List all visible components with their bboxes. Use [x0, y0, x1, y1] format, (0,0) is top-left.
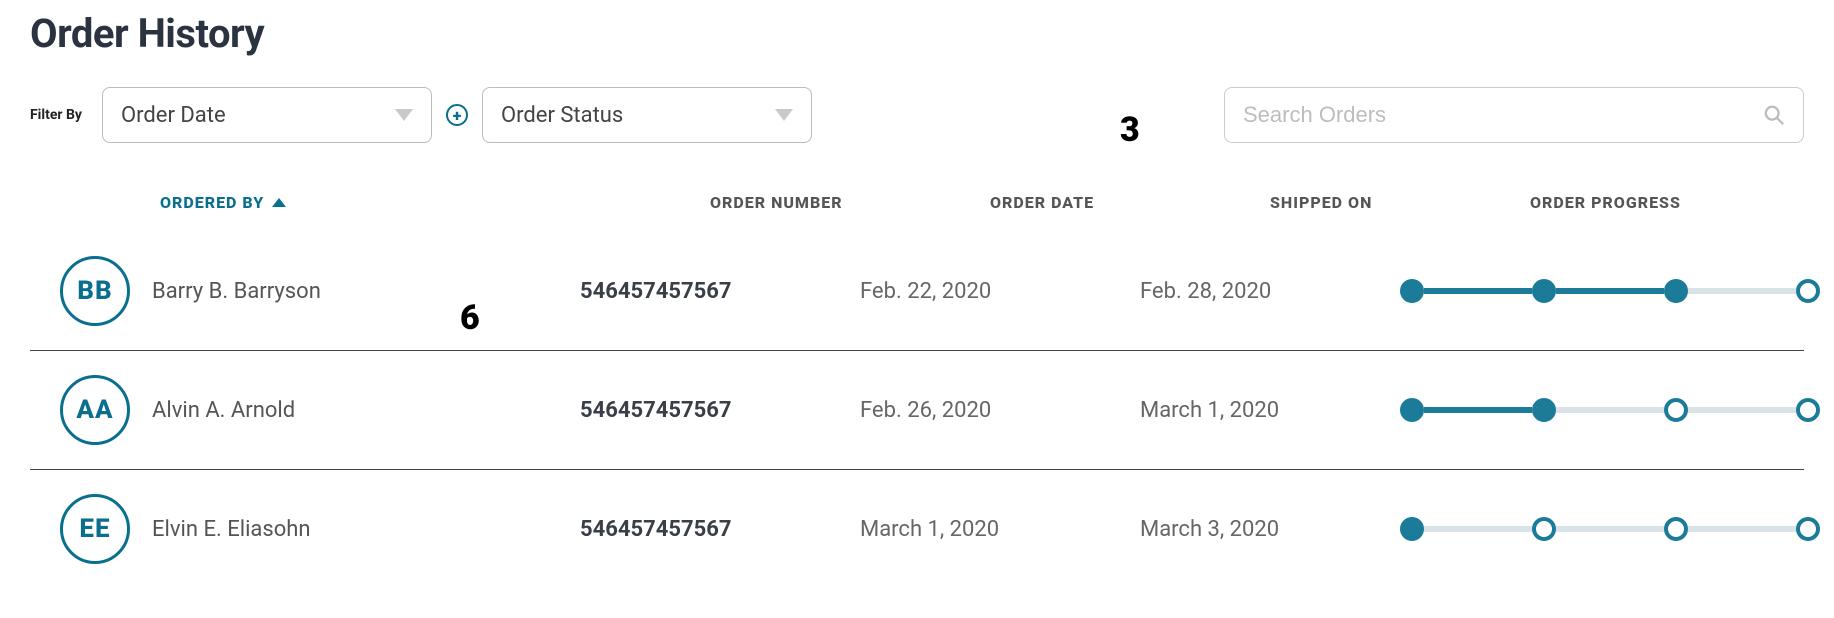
avatar: AA [60, 375, 130, 445]
progress-segment [1556, 407, 1664, 413]
search-input[interactable] [1243, 102, 1763, 128]
column-ordered-by[interactable]: Ordered By [160, 193, 710, 212]
search-orders-field[interactable] [1224, 87, 1804, 143]
progress-node [1532, 398, 1556, 422]
column-order-progress[interactable]: Order Progress [1530, 193, 1804, 212]
table-row[interactable]: BB Barry B. Barryson 546457457567 Feb. 2… [30, 232, 1804, 351]
progress-node [1796, 398, 1820, 422]
progress-segment [1556, 288, 1664, 294]
table-header: Ordered By Order Number Order Date Shipp… [30, 193, 1804, 232]
cell-order-date: Feb. 22, 2020 [860, 279, 1140, 304]
progress-segment [1688, 288, 1796, 294]
progress-segment [1688, 407, 1796, 413]
progress-bar [1400, 279, 1820, 303]
order-history-table: Ordered By Order Number Order Date Shipp… [30, 193, 1804, 588]
progress-node [1400, 517, 1424, 541]
annotation-marker-6: 6 [460, 298, 480, 338]
cell-shipped-on: March 1, 2020 [1140, 398, 1400, 423]
column-order-number[interactable]: Order Number [710, 193, 990, 212]
chevron-down-icon [775, 109, 793, 121]
progress-segment [1424, 407, 1532, 413]
cell-ordered-by: AA Alvin A. Arnold [30, 375, 580, 445]
progress-node [1664, 398, 1688, 422]
column-order-date[interactable]: Order Date [990, 193, 1270, 212]
cell-shipped-on: March 3, 2020 [1140, 517, 1400, 542]
cell-shipped-on: Feb. 28, 2020 [1140, 279, 1400, 304]
cell-order-progress [1400, 517, 1820, 541]
progress-node [1796, 517, 1820, 541]
column-label: Ordered By [160, 193, 264, 212]
progress-node [1532, 517, 1556, 541]
add-filter-button[interactable]: + [446, 104, 468, 126]
customer-name: Barry B. Barryson [152, 279, 321, 304]
cell-order-date: March 1, 2020 [860, 517, 1140, 542]
dropdown-label: Order Status [501, 103, 623, 128]
cell-order-number: 546457457567 [580, 279, 860, 304]
progress-node [1664, 279, 1688, 303]
filter-order-date-dropdown[interactable]: Order Date [102, 87, 432, 143]
filter-bar: Filter By Order Date + Order Status [30, 87, 1804, 143]
column-shipped-on[interactable]: Shipped On [1270, 193, 1530, 212]
plus-icon: + [453, 106, 462, 125]
progress-node [1796, 279, 1820, 303]
chevron-down-icon [395, 109, 413, 121]
progress-segment [1424, 526, 1532, 532]
progress-node [1400, 398, 1424, 422]
table-row[interactable]: EE Elvin E. Eliasohn 546457457567 March … [30, 470, 1804, 588]
filter-order-status-dropdown[interactable]: Order Status [482, 87, 812, 143]
search-icon [1763, 104, 1785, 126]
cell-order-progress [1400, 398, 1820, 422]
cell-order-date: Feb. 26, 2020 [860, 398, 1140, 423]
customer-name: Alvin A. Arnold [152, 398, 295, 423]
progress-node [1664, 517, 1688, 541]
annotation-marker-3: 3 [1120, 110, 1140, 150]
filter-by-label: Filter By [30, 107, 82, 123]
cell-ordered-by: BB Barry B. Barryson [30, 256, 580, 326]
progress-bar [1400, 398, 1820, 422]
progress-node [1400, 279, 1424, 303]
dropdown-label: Order Date [121, 103, 226, 128]
progress-bar [1400, 517, 1820, 541]
cell-ordered-by: EE Elvin E. Eliasohn [30, 494, 580, 564]
customer-name: Elvin E. Eliasohn [152, 517, 311, 542]
progress-node [1532, 279, 1556, 303]
avatar: BB [60, 256, 130, 326]
sort-ascending-icon [272, 198, 286, 207]
avatar: EE [60, 494, 130, 564]
progress-segment [1556, 526, 1664, 532]
table-row[interactable]: AA Alvin A. Arnold 546457457567 Feb. 26,… [30, 351, 1804, 470]
cell-order-number: 546457457567 [580, 517, 860, 542]
progress-segment [1424, 288, 1532, 294]
cell-order-number: 546457457567 [580, 398, 860, 423]
progress-segment [1688, 526, 1796, 532]
page-title: Order History [30, 10, 1804, 57]
cell-order-progress [1400, 279, 1820, 303]
